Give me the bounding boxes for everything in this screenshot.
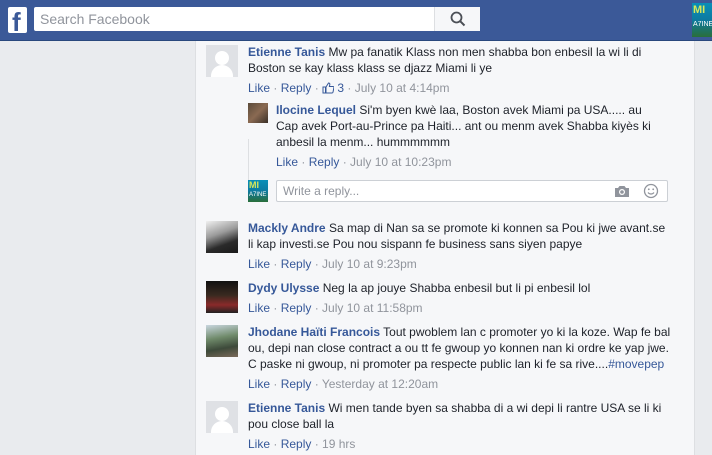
reply-link[interactable]: Reply xyxy=(309,155,340,169)
search-input[interactable] xyxy=(40,9,420,29)
comment-text-cont: Cap avek Port-au-Prince pa Haiti... ant … xyxy=(276,119,651,133)
like-link[interactable]: Like xyxy=(248,377,270,391)
comment-text-cont: anbesil la menm... hummmmmm xyxy=(276,135,451,149)
avatar[interactable] xyxy=(206,281,238,313)
comment-text-cont: ou, depi nan close contract a ou tt fe g… xyxy=(248,341,669,355)
avatar[interactable] xyxy=(206,221,238,253)
reply-link[interactable]: Reply xyxy=(281,257,312,271)
like-link[interactable]: Like xyxy=(248,81,270,95)
like-link[interactable]: Like xyxy=(248,437,270,451)
my-avatar-subtext: A7INE xyxy=(249,192,267,198)
reply-link[interactable]: Reply xyxy=(281,81,312,95)
comment-text: Mw pa fanatik Klass non men shabba bon e… xyxy=(328,45,642,59)
thumbs-up-icon xyxy=(322,82,335,94)
avatar[interactable] xyxy=(248,103,268,123)
profile-avatar-text: MI xyxy=(693,4,706,16)
comment-time[interactable]: Yesterday at 12:20am xyxy=(322,377,438,391)
comment-time[interactable]: July 10 at 11:58pm xyxy=(322,301,423,315)
profile-avatar[interactable]: MI A7INE xyxy=(692,3,712,37)
comment-text: Si'm byen kwè laa, Boston avek Miami pa … xyxy=(359,103,642,117)
comment-time[interactable]: 19 hrs xyxy=(322,437,355,451)
comment-author[interactable]: Mackly Andre xyxy=(248,221,326,235)
comment-text-cont: Boston se kay klass klass se djazz Miami… xyxy=(248,61,493,75)
profile-avatar-subtext: A7INE xyxy=(693,21,712,28)
comment-text-cont: pou close ball la xyxy=(248,417,335,431)
reply-input[interactable] xyxy=(283,183,583,199)
search-icon xyxy=(450,11,466,27)
like-link[interactable]: Like xyxy=(248,257,270,271)
comment-text: Neg la ap jouye Shabba enbesil but li pi… xyxy=(322,281,591,295)
reply-link[interactable]: Reply xyxy=(281,437,312,451)
reply-link[interactable]: Reply xyxy=(281,301,312,315)
comment-author[interactable]: Etienne Tanis xyxy=(248,401,325,415)
emoji-icon[interactable] xyxy=(643,183,659,199)
comment-text-cont: C paske ni gwoup, ni promoter pa respect… xyxy=(248,357,609,371)
comment-time[interactable]: July 10 at 9:23pm xyxy=(322,257,417,271)
likes-count[interactable]: 3 xyxy=(337,81,344,95)
comment-author[interactable]: Dydy Ulysse xyxy=(248,281,319,295)
like-link[interactable]: Like xyxy=(276,155,298,169)
facebook-logo[interactable]: f xyxy=(8,7,27,37)
comment-author[interactable]: Ilocine Lequel xyxy=(276,103,356,117)
search-button[interactable] xyxy=(434,7,480,31)
my-avatar: MI A7INE xyxy=(248,180,268,202)
comment-author[interactable]: Etienne Tanis xyxy=(248,45,325,59)
comments-section: Etienne Tanis Mw pa fanatik Klass non me… xyxy=(195,41,695,455)
comment-author[interactable]: Jhodane Haïti Francois xyxy=(248,325,380,339)
my-avatar-text: MI xyxy=(249,180,259,190)
search-bar xyxy=(34,7,480,31)
like-link[interactable]: Like xyxy=(248,301,270,315)
comment-text: Sa map di Nan sa se promote ki konnen sa… xyxy=(328,221,666,235)
avatar[interactable] xyxy=(206,45,238,77)
reply-box xyxy=(276,180,668,202)
reply-link[interactable]: Reply xyxy=(281,377,312,391)
top-navigation-bar: f MI A7INE xyxy=(0,0,712,41)
comment-text: Wi men tande byen sa shabba di a wi depi… xyxy=(328,401,662,415)
comment-time[interactable]: July 10 at 10:23pm xyxy=(350,155,451,169)
comment-time[interactable]: July 10 at 4:14pm xyxy=(355,81,450,95)
comment-text: Tout pwoblem lan c promoter yo ki la koz… xyxy=(383,325,671,339)
hashtag-link[interactable]: #movepep xyxy=(608,357,664,371)
avatar[interactable] xyxy=(206,401,238,433)
avatar[interactable] xyxy=(206,325,238,357)
facebook-logo-letter: f xyxy=(12,7,21,37)
camera-icon[interactable] xyxy=(614,184,630,198)
comment-text-cont: li kap investi.se Pou nou sispann fe bus… xyxy=(248,237,583,251)
